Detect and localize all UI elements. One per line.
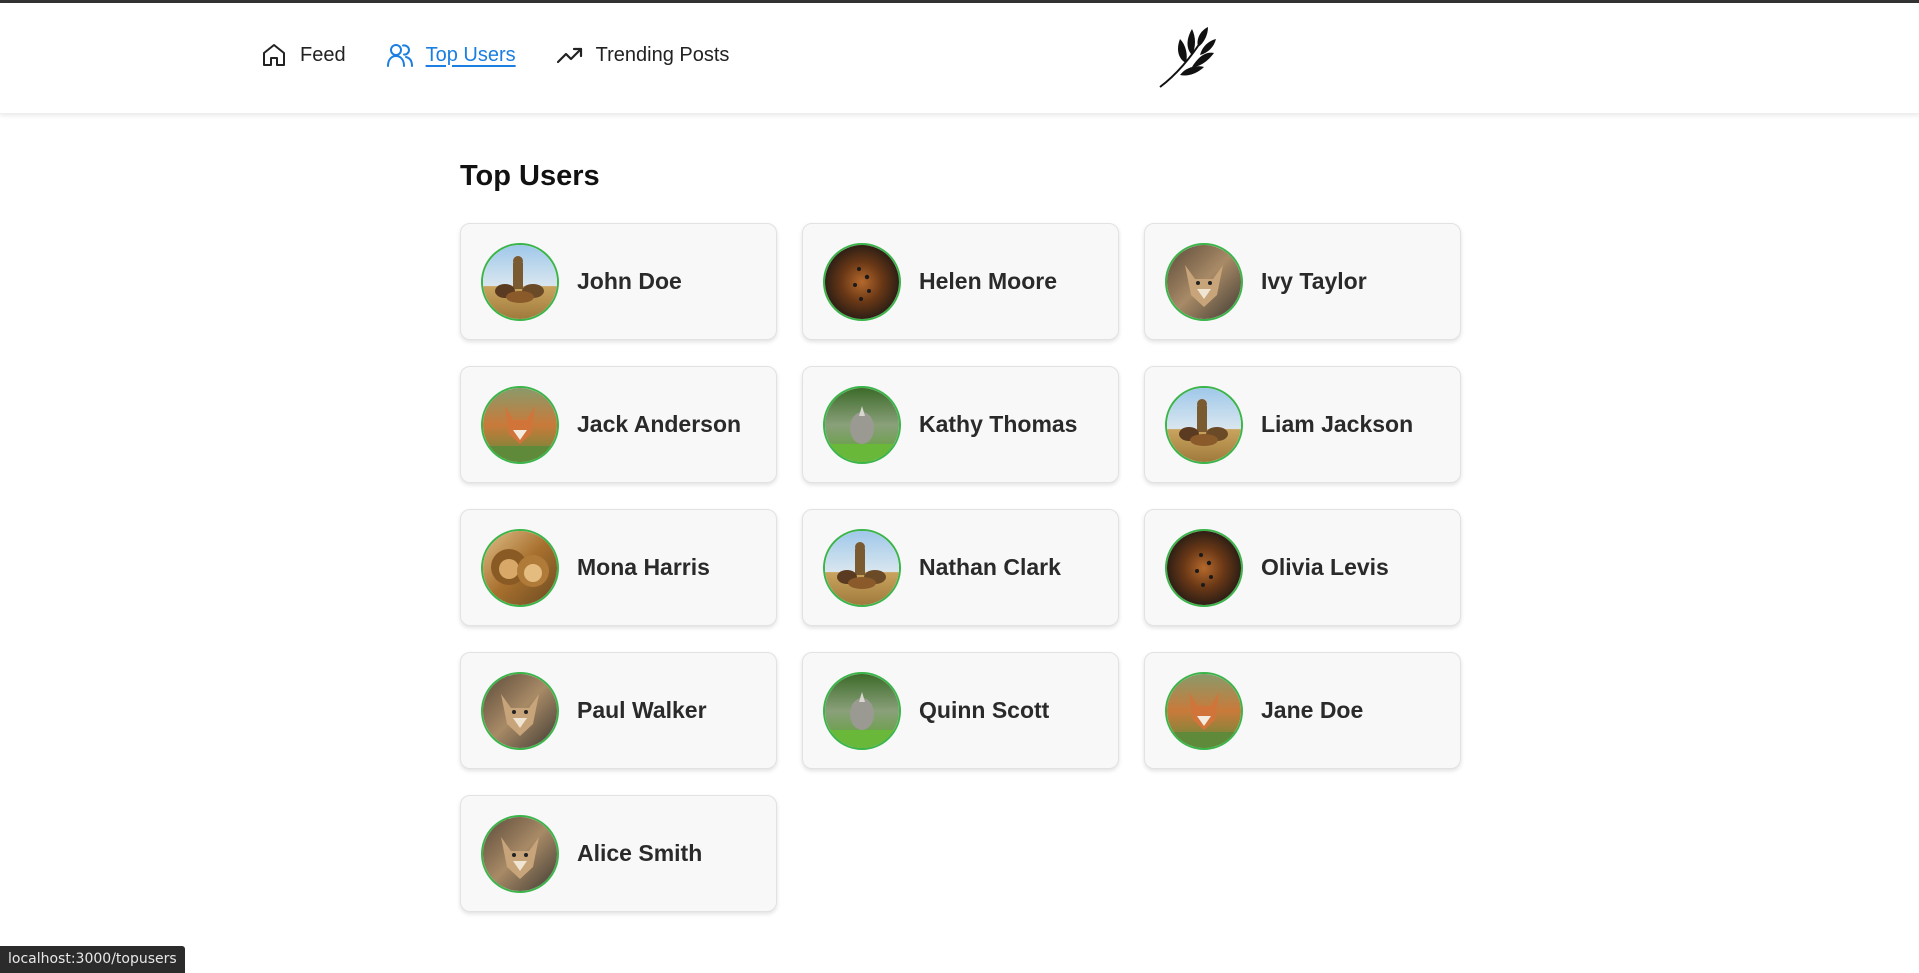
user-name: Ivy Taylor — [1261, 268, 1367, 294]
user-card[interactable]: Alice Smith — [460, 795, 777, 912]
avatar — [481, 671, 559, 750]
home-icon — [260, 41, 288, 69]
main-nav: Feed Top Users Trending Posts — [260, 41, 769, 69]
page-title: Top Users — [460, 160, 600, 192]
user-card[interactable]: John Doe — [460, 223, 777, 340]
user-name: Mona Harris — [577, 554, 710, 580]
top-users-grid: John Doe Helen Moore Ivy Taylor Jack Anders… — [460, 223, 1461, 912]
user-name: Alice Smith — [577, 840, 703, 866]
user-name: Helen Moore — [919, 268, 1058, 294]
user-card[interactable]: Paul Walker — [460, 652, 777, 769]
user-name: Jack Anderson — [577, 411, 742, 437]
user-card[interactable]: Jack Anderson — [460, 366, 777, 483]
user-name: John Doe — [577, 268, 682, 294]
leaf-branch-logo[interactable] — [1156, 23, 1218, 89]
status-bar-url: localhost:3000/topusers — [0, 946, 185, 973]
user-card[interactable]: Mona Harris — [460, 509, 777, 626]
user-name: Olivia Levis — [1261, 554, 1389, 580]
avatar — [823, 385, 901, 464]
avatar — [481, 385, 559, 464]
avatar — [823, 528, 901, 607]
user-name: Kathy Thomas — [919, 411, 1078, 437]
nav-item-label: Feed — [300, 43, 346, 66]
user-name: Jane Doe — [1261, 697, 1364, 723]
avatar — [823, 671, 901, 750]
avatar — [481, 242, 559, 321]
nav-item-top-users[interactable]: Top Users — [386, 41, 516, 69]
avatar — [481, 814, 559, 893]
user-card[interactable]: Jane Doe — [1144, 652, 1461, 769]
user-card[interactable]: Ivy Taylor — [1144, 223, 1461, 340]
nav-item-label: Trending Posts — [595, 43, 730, 66]
user-card[interactable]: Nathan Clark — [802, 509, 1119, 626]
avatar — [481, 528, 559, 607]
user-card[interactable]: Kathy Thomas — [802, 366, 1119, 483]
user-name: Quinn Scott — [919, 697, 1050, 723]
avatar — [1165, 528, 1243, 607]
users-icon — [386, 41, 414, 69]
nav-item-label: Top Users — [425, 43, 516, 66]
nav-item-feed[interactable]: Feed — [260, 41, 346, 69]
user-card[interactable]: Liam Jackson — [1144, 366, 1461, 483]
user-card[interactable]: Helen Moore — [802, 223, 1119, 340]
user-name: Nathan Clark — [919, 554, 1061, 580]
avatar — [1165, 671, 1243, 750]
trending-up-icon — [556, 41, 584, 69]
user-card[interactable]: Olivia Levis — [1144, 509, 1461, 626]
top-navbar: Feed Top Users Trending Posts — [0, 3, 1919, 114]
user-name: Liam Jackson — [1261, 411, 1414, 437]
user-name: Paul Walker — [577, 697, 707, 723]
avatar — [1165, 385, 1243, 464]
user-card[interactable]: Quinn Scott — [802, 652, 1119, 769]
nav-item-trending-posts[interactable]: Trending Posts — [556, 41, 730, 69]
avatar — [1165, 242, 1243, 321]
avatar — [823, 242, 901, 321]
